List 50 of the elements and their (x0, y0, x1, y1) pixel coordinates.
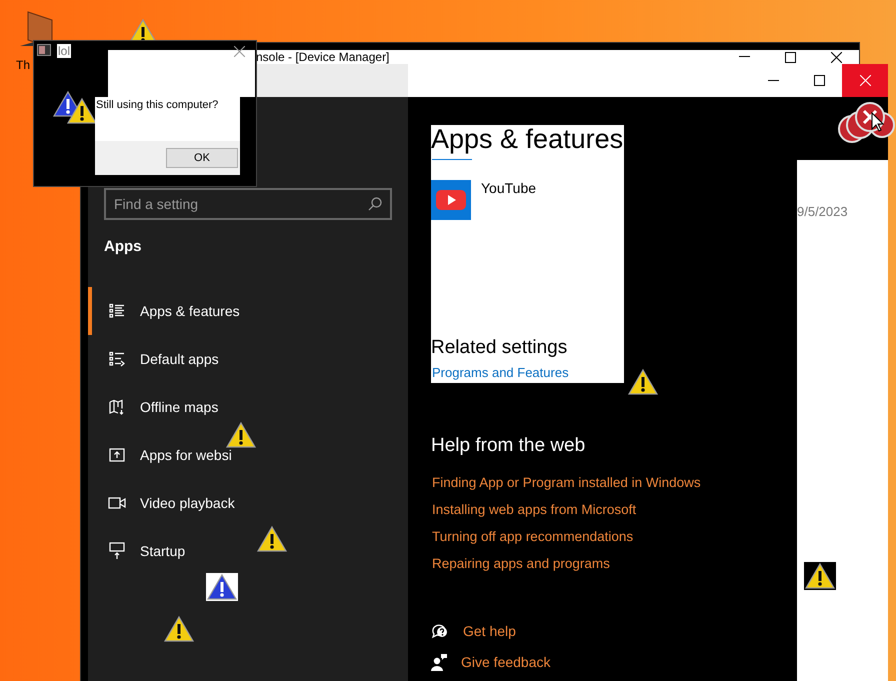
list-icon (108, 351, 126, 367)
search-field[interactable]: Find a setting (104, 188, 392, 220)
nav-item[interactable]: Apps for websi (88, 431, 408, 479)
help-link[interactable]: Repairing apps and programs (432, 556, 797, 583)
minimize-icon (738, 56, 750, 58)
related-settings-heading: Related settings (431, 337, 568, 359)
help-link[interactable]: Installing web apps from Microsoft (432, 502, 797, 529)
nav-item[interactable]: Default apps (88, 335, 408, 383)
video-camera-icon (108, 496, 126, 510)
map-icon (108, 399, 126, 415)
window-upload-icon (108, 447, 126, 463)
section-title: Apps (104, 238, 142, 255)
feedback-link[interactable]: Give feedback (431, 652, 797, 671)
person-feedback-icon (431, 652, 447, 670)
help-link[interactable]: Turning off app recommendations (432, 529, 797, 556)
warning-icon (163, 615, 195, 643)
warning-icon (66, 97, 98, 125)
close-icon (830, 52, 842, 62)
nav-item[interactable]: Offline maps (88, 383, 408, 431)
list-icon (108, 303, 126, 319)
app-name: YouTube (481, 180, 536, 196)
minimize-icon (768, 80, 778, 82)
app-icon (37, 44, 51, 56)
warning-icon (225, 421, 257, 449)
date-text: 9/5/2023 (797, 204, 848, 219)
page-heading: Apps & features (431, 125, 624, 155)
close-icon (860, 75, 870, 86)
warning-icon (627, 368, 659, 396)
search-placeholder: Find a setting (114, 196, 200, 212)
chat-help-icon (431, 622, 449, 638)
maximize-icon (784, 52, 796, 62)
monitor-arrow-icon (108, 542, 126, 560)
nav-item[interactable]: Video playback (88, 479, 408, 527)
get-help-link[interactable]: Get help (431, 621, 797, 640)
search-icon (368, 197, 382, 211)
desktop-icon-label: Th (16, 58, 30, 72)
warning-icon (256, 525, 288, 553)
help-link[interactable]: Finding App or Program installed in Windows (432, 475, 797, 502)
window-title: nsole - [Device Manager] (256, 50, 390, 64)
ok-button[interactable]: OK (166, 148, 238, 168)
warning-icon (804, 562, 836, 590)
nav-item[interactable]: Startup (88, 527, 408, 575)
nav-item[interactable]: Apps & features (88, 287, 408, 335)
warning-icon (206, 573, 238, 601)
message-text: Still using this computer? (95, 98, 220, 113)
help-heading: Help from the web (431, 435, 586, 457)
close-icon[interactable] (234, 46, 245, 57)
related-link[interactable]: Programs and Features (432, 365, 624, 380)
maximize-icon (814, 75, 824, 86)
dialog-title: lol (57, 44, 72, 58)
